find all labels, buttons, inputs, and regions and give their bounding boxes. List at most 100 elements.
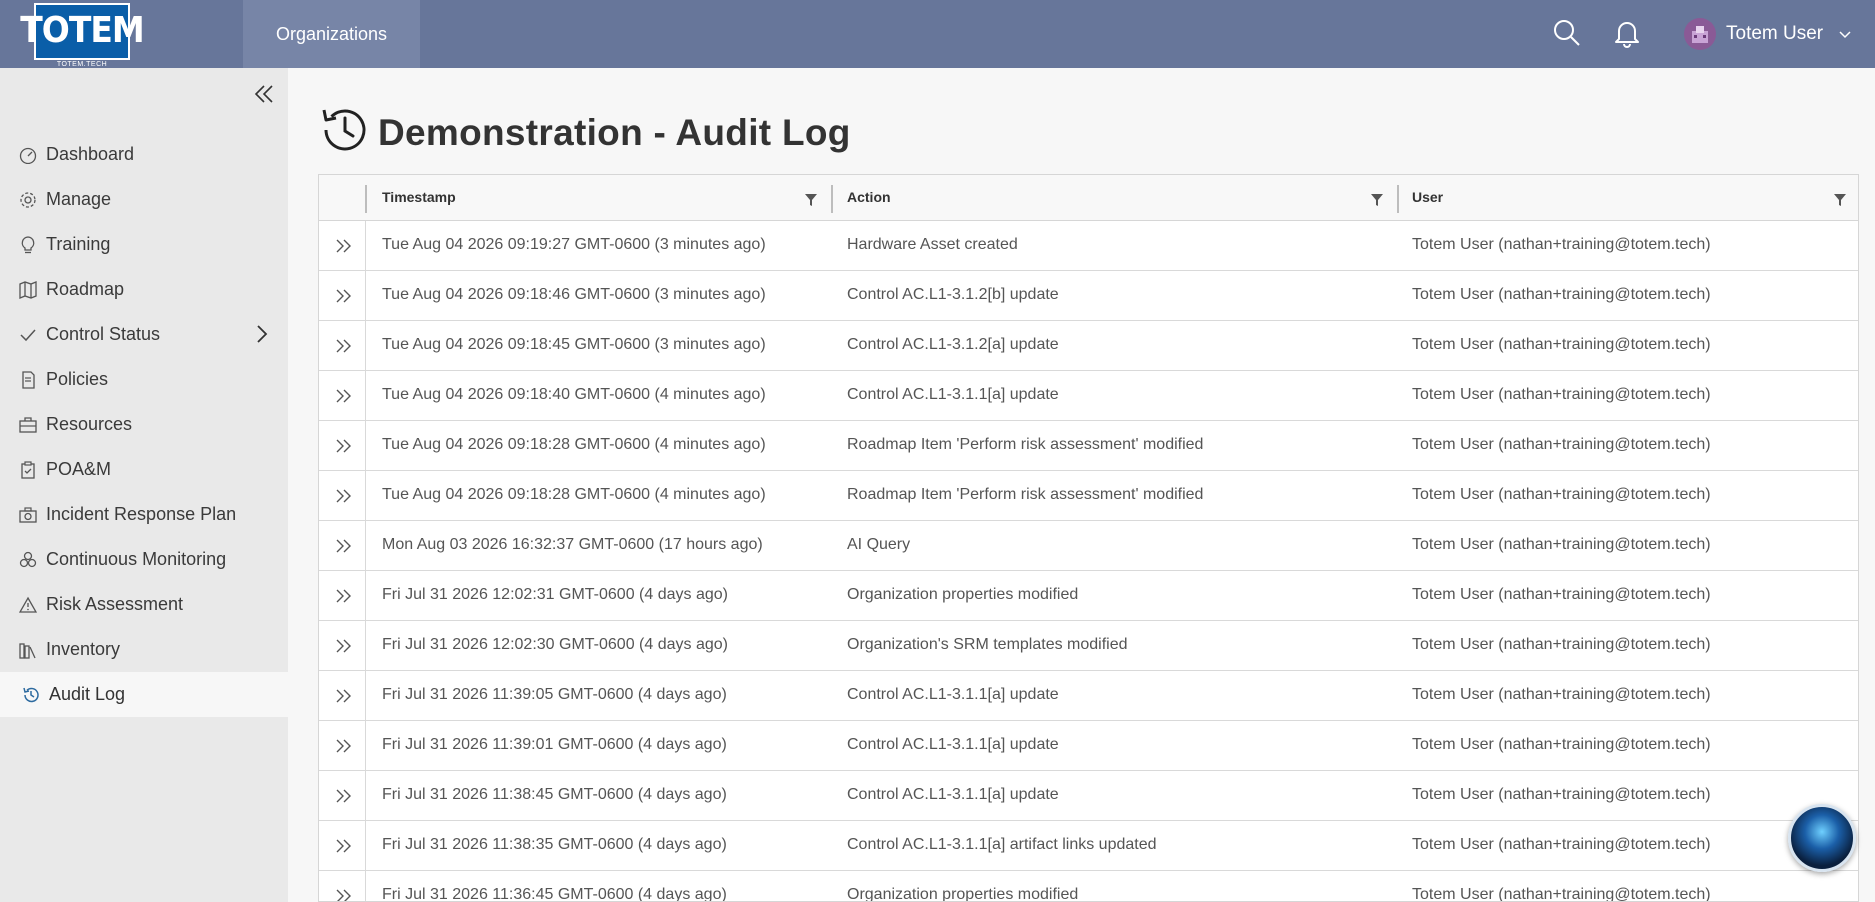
sidebar-item-continuous-monitoring[interactable]: Continuous Monitoring [0, 537, 288, 582]
user-menu[interactable]: Totem User [1684, 14, 1851, 54]
chevron-right-icon[interactable] [256, 324, 268, 349]
table-row[interactable]: Tue Aug 04 2026 09:18:40 GMT-0600 (4 min… [319, 371, 1858, 421]
cell-user: Totem User (nathan+training@totem.tech) [1412, 486, 1711, 503]
table-row[interactable]: Mon Aug 03 2026 16:32:37 GMT-0600 (17 ho… [319, 521, 1858, 571]
cell-action: Organization properties modified [847, 586, 1079, 603]
row-separator [365, 321, 366, 371]
sidebar-item-dashboard[interactable]: Dashboard [0, 132, 288, 177]
cell-timestamp: Fri Jul 31 2026 11:38:45 GMT-0600 (4 day… [382, 786, 727, 803]
sidebar-item-risk-assessment[interactable]: Risk Assessment [0, 582, 288, 627]
sidebar-nav: Dashboard Manage Training Roadmap Contro… [0, 132, 288, 717]
cell-user: Totem User (nathan+training@totem.tech) [1412, 386, 1711, 403]
sidebar-item-poam[interactable]: POA&M [0, 447, 288, 492]
table-row[interactable]: Fri Jul 31 2026 11:38:45 GMT-0600 (4 day… [319, 771, 1858, 821]
table-row[interactable]: Fri Jul 31 2026 11:38:35 GMT-0600 (4 day… [319, 821, 1858, 871]
table-row[interactable]: Tue Aug 04 2026 09:18:28 GMT-0600 (4 min… [319, 471, 1858, 521]
row-separator [365, 221, 366, 271]
expand-row-icon[interactable] [333, 335, 355, 357]
sidebar-item-resources[interactable]: Resources [0, 402, 288, 447]
sidebar-item-label: Inventory [46, 639, 121, 659]
sidebar-item-audit-log[interactable]: Audit Log [0, 672, 288, 717]
sidebar-item-control-status[interactable]: Control Status [0, 312, 288, 357]
cell-timestamp: Tue Aug 04 2026 09:18:46 GMT-0600 (3 min… [382, 286, 766, 303]
filter-icon[interactable] [1833, 193, 1847, 207]
sidebar-item-label: Control Status [46, 324, 161, 344]
sidebar-item-manage[interactable]: Manage [0, 177, 288, 222]
history-icon [21, 685, 41, 705]
clipboard-icon [18, 460, 38, 480]
cell-timestamp: Fri Jul 31 2026 11:39:01 GMT-0600 (4 day… [382, 736, 727, 753]
cell-timestamp: Fri Jul 31 2026 12:02:31 GMT-0600 (4 day… [382, 586, 728, 603]
collapse-sidebar-icon[interactable] [252, 82, 276, 106]
table-row[interactable]: Fri Jul 31 2026 11:39:05 GMT-0600 (4 day… [319, 671, 1858, 721]
row-separator [365, 621, 366, 671]
filter-icon[interactable] [1370, 193, 1384, 207]
expand-row-icon[interactable] [333, 435, 355, 457]
sidebar-item-label: POA&M [46, 459, 112, 479]
column-header-action[interactable]: Action [847, 175, 891, 221]
table-row[interactable]: Tue Aug 04 2026 09:18:28 GMT-0600 (4 min… [319, 421, 1858, 471]
row-separator [365, 721, 366, 771]
sidebar-item-incident-response-plan[interactable]: Incident Response Plan [0, 492, 288, 537]
expand-row-icon[interactable] [333, 285, 355, 307]
logo-subtext: TOTEM.TECH [56, 61, 108, 68]
expand-row-icon[interactable] [333, 785, 355, 807]
cell-user: Totem User (nathan+training@totem.tech) [1412, 286, 1711, 303]
sidebar-item-training[interactable]: Training [0, 222, 288, 267]
gear-icon [18, 190, 38, 210]
expand-row-icon[interactable] [333, 835, 355, 857]
row-separator [365, 421, 366, 471]
search-icon[interactable] [1549, 15, 1585, 51]
table-row[interactable]: Tue Aug 04 2026 09:18:45 GMT-0600 (3 min… [319, 321, 1858, 371]
user-name: Totem User [1726, 23, 1824, 44]
row-separator [365, 521, 366, 571]
table-row[interactable]: Fri Jul 31 2026 11:39:01 GMT-0600 (4 day… [319, 721, 1858, 771]
sidebar-item-roadmap[interactable]: Roadmap [0, 267, 288, 312]
column-header-timestamp[interactable]: Timestamp [382, 175, 456, 221]
expand-row-icon[interactable] [333, 885, 355, 901]
table-row[interactable]: Fri Jul 31 2026 11:36:45 GMT-0600 (4 day… [319, 871, 1858, 902]
expand-row-icon[interactable] [333, 735, 355, 757]
expand-row-icon[interactable] [333, 535, 355, 557]
row-separator [365, 371, 366, 421]
sidebar-item-label: Incident Response Plan [46, 504, 237, 524]
row-separator [365, 771, 366, 821]
cell-timestamp: Fri Jul 31 2026 11:38:35 GMT-0600 (4 day… [382, 836, 727, 853]
cycle-icon [18, 550, 38, 570]
expand-row-icon[interactable] [333, 385, 355, 407]
logo-area[interactable]: TOTEM TOTEM.TECH [0, 0, 243, 68]
sidebar-item-inventory[interactable]: Inventory [0, 627, 288, 672]
column-separator[interactable] [1397, 185, 1399, 213]
table-row[interactable]: Fri Jul 31 2026 12:02:31 GMT-0600 (4 day… [319, 571, 1858, 621]
table-row[interactable]: Tue Aug 04 2026 09:19:27 GMT-0600 (3 min… [319, 221, 1858, 271]
cell-timestamp: Tue Aug 04 2026 09:19:27 GMT-0600 (3 min… [382, 236, 766, 253]
cell-user: Totem User (nathan+training@totem.tech) [1412, 886, 1711, 902]
bell-icon[interactable] [1609, 15, 1645, 51]
table-row[interactable]: Tue Aug 04 2026 09:18:46 GMT-0600 (3 min… [319, 271, 1858, 321]
cell-action: Control AC.L1-3.1.1[a] update [847, 786, 1059, 803]
expand-row-icon[interactable] [333, 585, 355, 607]
sidebar-item-label: Continuous Monitoring [46, 549, 227, 569]
expand-row-icon[interactable] [333, 635, 355, 657]
expand-row-icon[interactable] [333, 685, 355, 707]
sidebar-item-label: Manage [46, 189, 112, 209]
cell-timestamp: Fri Jul 31 2026 11:39:05 GMT-0600 (4 day… [382, 686, 727, 703]
history-icon [318, 104, 370, 161]
briefcase-icon [18, 415, 38, 435]
cell-action: AI Query [847, 536, 911, 553]
nav-tab-organizations[interactable]: Organizations [243, 0, 420, 68]
sidebar-item-policies[interactable]: Policies [0, 357, 288, 402]
totem-logo[interactable]: TOTEM [20, 3, 145, 60]
sidebar-item-label: Roadmap [46, 279, 125, 299]
cell-user: Totem User (nathan+training@totem.tech) [1412, 436, 1711, 453]
column-header-user[interactable]: User [1412, 175, 1443, 221]
table-row[interactable]: Fri Jul 31 2026 12:02:30 GMT-0600 (4 day… [319, 621, 1858, 671]
map-icon [18, 280, 38, 300]
expand-row-icon[interactable] [333, 235, 355, 257]
filter-icon[interactable] [804, 193, 818, 207]
column-separator[interactable] [831, 185, 833, 213]
expand-row-icon[interactable] [333, 485, 355, 507]
audit-log-table: Timestamp Action User Tue Aug 04 2026 09… [318, 174, 1859, 902]
cell-action: Roadmap Item 'Perform risk assessment' m… [847, 436, 1204, 453]
chat-assistant-button[interactable] [1788, 804, 1856, 872]
